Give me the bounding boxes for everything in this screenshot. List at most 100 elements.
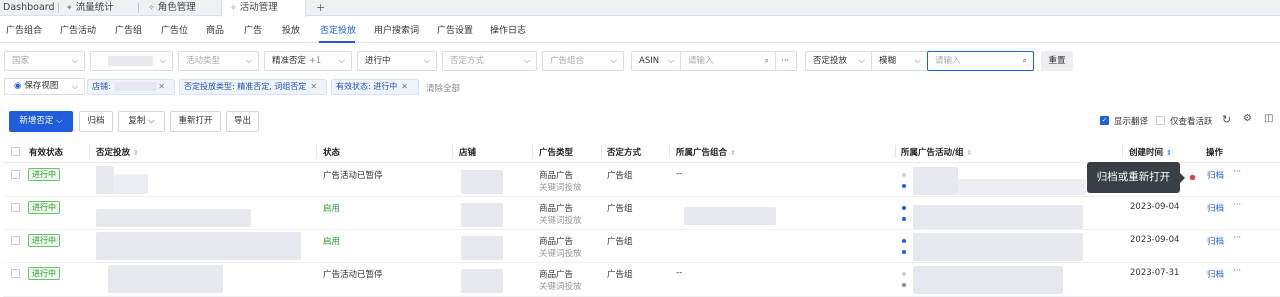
keyword-search-input[interactable]: 请输入 ⌕ [927,51,1034,71]
table-header: 有效状态 否定投放 ⇕ 状态 店铺 广告类型 否定方式 所属广告组合 ⇕ 所属广告活… [3,141,1280,163]
col-negative-targeting[interactable]: 否定投放 ⇕ [96,146,139,158]
activity-type-select[interactable]: 活动类型 ⌵ [178,51,259,71]
sort-icon: ⇕ [966,149,973,157]
new-negative-button[interactable]: 新增否定 ⌵ [9,111,73,132]
row-created-time: 2023-09-04 [1130,202,1180,212]
gear-icon[interactable]: ⚙ [1243,113,1252,124]
chevron-down-icon: ⌵ [523,56,530,65]
pin-icon: ✦ [66,3,73,12]
tab-ad-settings[interactable]: 广告设置 [437,23,473,36]
row-portfolio: -- [676,169,683,179]
negative-target-blurred [96,166,114,194]
tab-campaign[interactable]: 广告活动 [60,23,96,36]
tab-product[interactable]: 商品 [206,23,224,36]
chevron-down-icon: ⌵ [914,56,921,65]
archive-link[interactable]: 归档 [1207,202,1224,214]
search-icon: ⌕ [764,56,769,65]
col-ad-type: 广告类型 [539,148,574,158]
col-portfolio[interactable]: 所属广告组合 ⇕ [676,146,736,158]
select-all-checkbox[interactable] [11,147,20,156]
only-active-checkbox[interactable] [1156,116,1165,125]
asin-type-select[interactable]: ASIN ⌵ [631,51,681,71]
campaign-blurred [913,205,1083,229]
col-store: 店铺 [459,148,477,158]
tab-ad[interactable]: 广告 [244,23,262,36]
store-value-blurred [108,56,153,66]
col-created-time[interactable]: 创建时间 ⇕ [1129,146,1172,158]
tab-operation-log[interactable]: 操作日志 [490,23,526,36]
tab-placement[interactable]: 广告位 [161,23,188,36]
close-icon[interactable]: ✕ [158,82,165,91]
negative-method-select[interactable]: 否定方式 ⌵ [442,51,537,71]
reopen-button[interactable]: 重新打开 [170,111,221,132]
copy-button[interactable]: 复制 ⌵ [118,111,165,132]
row-checkbox[interactable] [11,170,20,179]
close-icon[interactable]: ✕ [310,82,317,91]
columns-icon[interactable]: ◫ [1264,113,1273,124]
store-chip-value-blurred [115,82,157,91]
sort-desc-icon: ⇕ [1166,149,1172,157]
more-actions-button[interactable]: ··· [1233,233,1241,243]
row-status: 广告活动已暂停 [323,270,383,280]
row-negative-method: 广告组 [607,270,633,280]
more-actions-button[interactable]: ··· [1233,167,1241,177]
refresh-icon[interactable]: ↻ [1222,113,1231,126]
more-options-button[interactable]: ··· [775,51,797,71]
active-tab-indicator [319,41,355,43]
export-button[interactable]: 导出 [226,111,259,132]
column-divider [316,145,317,158]
country-select[interactable]: 国家 ⌵ [4,51,85,71]
close-icon[interactable]: ✕ [401,82,408,91]
archive-button[interactable]: 归档 [79,111,113,132]
sort-icon: ⇕ [730,149,736,157]
status-select[interactable]: 进行中 ⌵ [357,51,437,71]
show-translation-checkbox[interactable]: ✓ [1100,116,1109,125]
column-divider [532,145,533,158]
chevron-down-icon: ⌵ [610,56,617,65]
eye-icon: ◉ [14,81,22,91]
status-dot [902,184,906,188]
tab-ad-portfolio[interactable]: 广告组合 [6,23,42,36]
row-checkbox[interactable] [11,203,20,212]
archive-link[interactable]: 归档 [1207,268,1224,280]
status-badge: 进行中 [28,168,60,181]
row-negative-method: 广告组 [607,204,633,214]
show-translation-label: 显示翻译 [1114,117,1149,127]
negative-target-field-select[interactable]: 否定投放 ⌵ [805,51,872,71]
row-ad-type: 商品广告 [539,270,574,280]
reset-button[interactable]: 重置 [1041,51,1073,71]
tab-negative-targeting[interactable]: 否定投放 [320,23,356,36]
row-ad-subtype: 关键词投放 [539,249,582,259]
browser-tab-bar: Dashboard ✦ 流量统计 ✧ 角色管理 ✧ 活动管理 + [0,0,1280,17]
negative-match-type-select[interactable]: 精准否定 +1 ⌵ [264,51,352,71]
store-blurred [461,170,503,194]
browser-tab-dashboard[interactable]: Dashboard [3,0,55,16]
more-actions-button[interactable]: ··· [1233,266,1241,276]
fuzzy-match-select[interactable]: 模糊 ⌵ [871,51,928,71]
row-ad-subtype: 关键词投放 [539,183,582,193]
negative-target-blurred [96,209,251,227]
archive-link[interactable]: 归档 [1207,235,1224,247]
browser-tab-roles[interactable]: ✧ 角色管理 [148,0,196,16]
tab-targeting[interactable]: 投放 [282,23,300,36]
archive-link[interactable]: 归档 [1207,169,1224,181]
row-checkbox[interactable] [11,236,20,245]
chevron-down-icon: ⌵ [667,56,674,65]
browser-tab-activity[interactable]: ✧ 活动管理 [221,0,306,17]
browser-tab-traffic[interactable]: ✦ 流量统计 [66,0,114,16]
more-actions-button[interactable]: ··· [1233,200,1241,210]
column-divider [1122,145,1123,158]
save-view-select[interactable]: ◉ 保存视图 ⌵ [4,78,85,95]
row-ad-type: 商品广告 [539,204,574,214]
new-tab-button[interactable]: + [316,0,325,16]
table-row: 进行中 启用 商品广告 关键词投放 广告组 2023-09-04 归档 ··· [3,230,1280,263]
status-badge: 进行中 [28,267,60,280]
ad-portfolio-select[interactable]: 广告组合 ⌵ [542,51,624,71]
row-checkbox[interactable] [11,269,20,278]
tab-ad-group[interactable]: 广告组 [115,23,142,36]
row-status: 启用 [323,237,341,247]
tab-search-terms[interactable]: 用户搜索词 [374,23,419,36]
clear-all-link[interactable]: 清除全部 [426,82,460,94]
asin-search-input[interactable]: 请输入 ⌕ [680,51,776,71]
col-campaign-group[interactable]: 所属广告活动/组 ⇕ [901,146,972,158]
